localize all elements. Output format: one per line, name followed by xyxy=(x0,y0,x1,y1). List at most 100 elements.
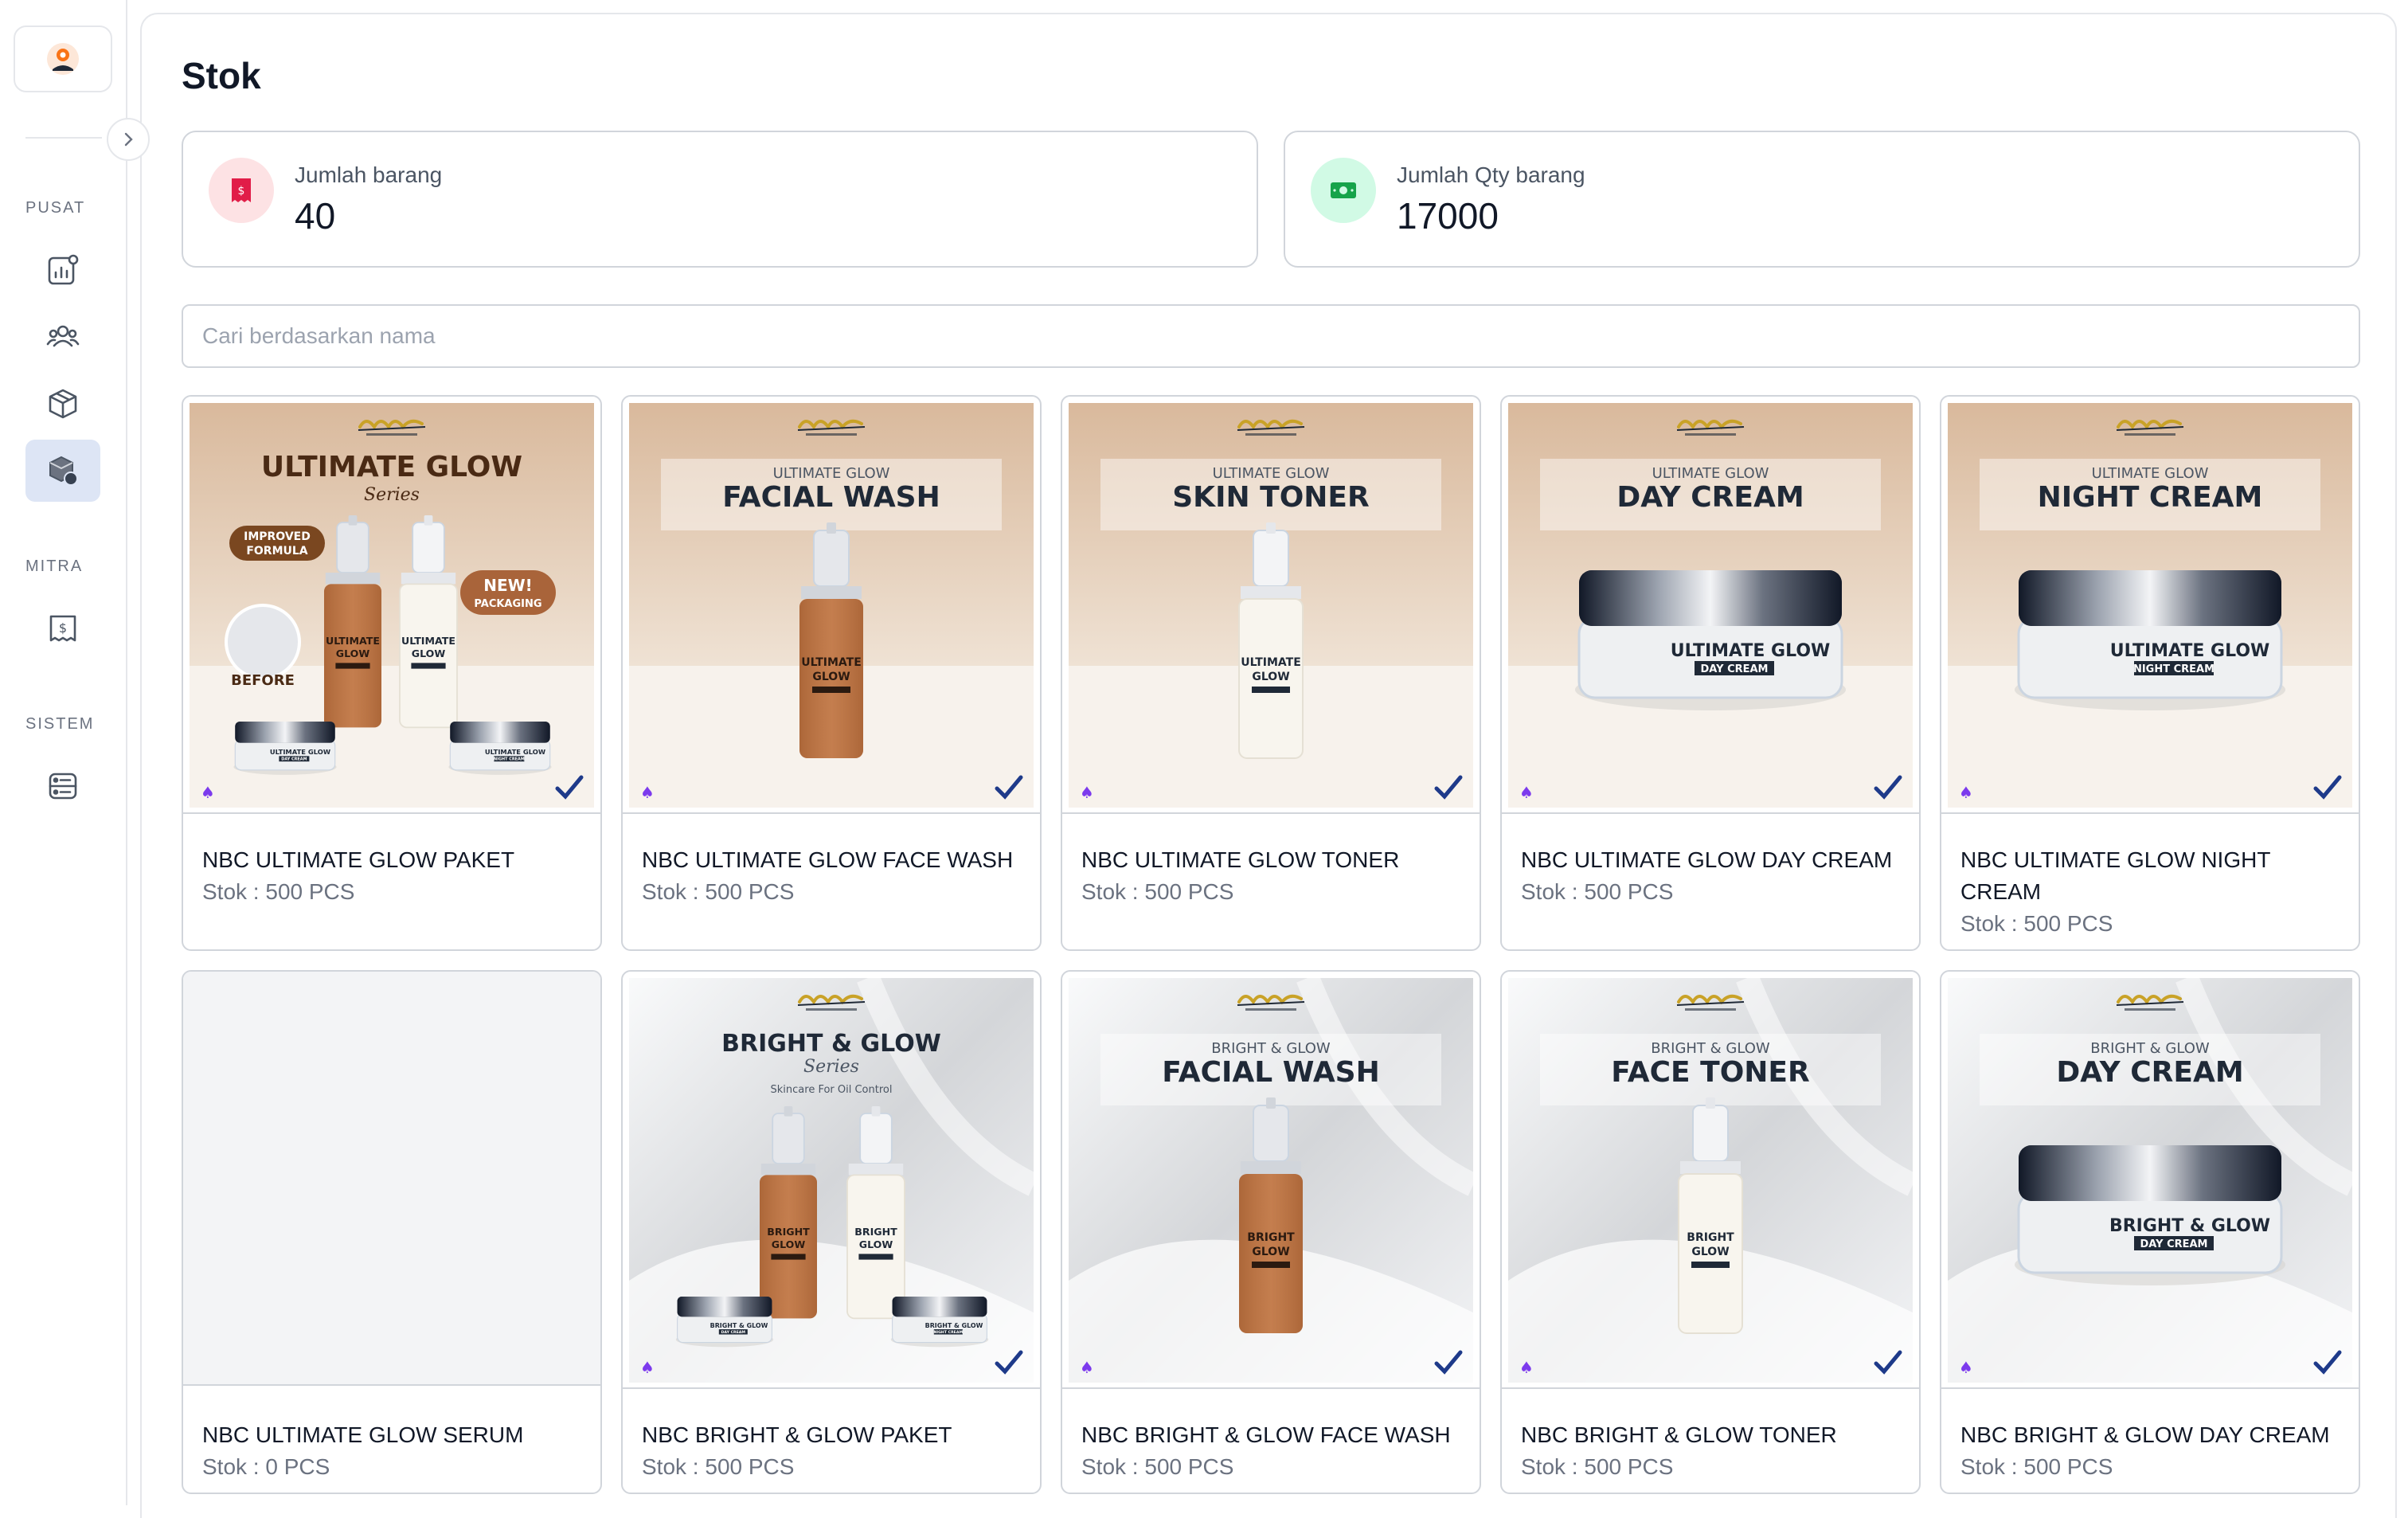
card-divider xyxy=(1062,1387,1480,1389)
product-stock: Stok : 500 PCS xyxy=(642,1454,795,1479)
product-info: NBC ULTIMATE GLOW DAY CREAM Stok : 500 P… xyxy=(1521,844,1895,908)
nav-dashboard[interactable] xyxy=(25,239,100,301)
invoice-icon: $ xyxy=(49,615,76,642)
product-image: BRIGHT & GLOW DAY CREAM BRIGHT & GLOW DA… xyxy=(1948,978,2352,1383)
svg-text:$: $ xyxy=(59,620,67,636)
nav-settings[interactable] xyxy=(25,755,100,817)
svg-text:PACKAGING: PACKAGING xyxy=(474,598,541,610)
svg-text:BRIGHT & GLOW: BRIGHT & GLOW xyxy=(710,1322,768,1329)
product-info: NBC BRIGHT & GLOW DAY CREAM Stok : 500 P… xyxy=(1960,1419,2335,1483)
svg-text:GLOW: GLOW xyxy=(859,1238,893,1250)
product-stock: Stok : 500 PCS xyxy=(1521,879,1674,904)
svg-text:BEFORE: BEFORE xyxy=(231,672,295,689)
stat-label: Jumlah Qty barang xyxy=(1397,162,1585,187)
product-card[interactable]: BRIGHT & GLOW FACE TONER BRIGHT GLOW ♠ N… xyxy=(1500,970,1921,1494)
svg-text:$: $ xyxy=(238,185,245,198)
svg-text:ULTIMATE GLOW: ULTIMATE GLOW xyxy=(485,748,545,756)
product-stock: Stok : 0 PCS xyxy=(202,1454,330,1479)
card-divider xyxy=(623,1387,1040,1389)
product-image: ULTIMATE GLOW NIGHT CREAM ULTIMATE GLOW … xyxy=(1948,403,2352,808)
nav-users[interactable] xyxy=(25,306,100,368)
nav-stock[interactable] xyxy=(25,440,100,502)
svg-text:NIGHT CREAM: NIGHT CREAM xyxy=(2133,663,2214,675)
product-name: NBC ULTIMATE GLOW NIGHT CREAM xyxy=(1960,847,2270,904)
product-card[interactable]: ULTIMATE GLOW FACIAL WASH ULTIMATE GLOW … xyxy=(621,395,1042,951)
svg-text:ULTIMATE GLOW: ULTIMATE GLOW xyxy=(1213,465,1330,482)
svg-text:BRIGHT: BRIGHT xyxy=(1247,1231,1295,1244)
svg-text:ULTIMATE: ULTIMATE xyxy=(401,635,455,647)
product-name: NBC ULTIMATE GLOW SERUM xyxy=(202,1422,524,1447)
svg-text:ULTIMATE GLOW: ULTIMATE GLOW xyxy=(773,465,890,482)
product-card[interactable]: BRIGHT & GLOW FACIAL WASH BRIGHT GLOW ♠ … xyxy=(1061,970,1481,1494)
stat-card-jumlah-qty: Jumlah Qty barang 17000 xyxy=(1284,131,2360,268)
svg-text:GLOW: GLOW xyxy=(812,671,850,683)
svg-text:FORMULA: FORMULA xyxy=(246,545,307,558)
card-divider xyxy=(1502,812,1919,814)
product-stock: Stok : 500 PCS xyxy=(642,879,795,904)
product-info: NBC BRIGHT & GLOW TONER Stok : 500 PCS xyxy=(1521,1419,1895,1483)
sidebar-divider xyxy=(25,137,102,139)
product-card[interactable]: BRIGHT & GLOW DAY CREAM BRIGHT & GLOW DA… xyxy=(1940,970,2360,1494)
svg-text:BRIGHT: BRIGHT xyxy=(767,1226,810,1238)
server-settings-icon xyxy=(49,773,77,800)
product-image-frame: ULTIMATE GLOW Series IMPROVED FORMULA NE… xyxy=(190,403,594,808)
stat-value: 17000 xyxy=(1397,195,1499,237)
svg-text:GLOW: GLOW xyxy=(1252,671,1289,683)
product-card[interactable]: NBC ULTIMATE GLOW SERUM Stok : 0 PCS xyxy=(182,970,602,1494)
svg-text:FACE TONER: FACE TONER xyxy=(1611,1056,1809,1089)
profile-avatar-button[interactable] xyxy=(14,25,112,92)
product-image-frame xyxy=(183,972,600,1386)
product-stock: Stok : 500 PCS xyxy=(1960,1454,2113,1479)
svg-text:♠: ♠ xyxy=(1080,1358,1094,1377)
product-image: BRIGHT & GLOW FACIAL WASH BRIGHT GLOW ♠ xyxy=(1069,978,1473,1383)
svg-text:BRIGHT & GLOW: BRIGHT & GLOW xyxy=(2109,1216,2270,1236)
product-card[interactable]: ULTIMATE GLOW DAY CREAM ULTIMATE GLOW DA… xyxy=(1500,395,1921,951)
sidebar-toggle-button[interactable] xyxy=(107,118,150,161)
product-stock: Stok : 500 PCS xyxy=(1081,1454,1234,1479)
stat-value: 40 xyxy=(295,195,336,237)
svg-text:BRIGHT & GLOW: BRIGHT & GLOW xyxy=(1651,1040,1770,1057)
stat-card-jumlah-barang: $ Jumlah barang 40 xyxy=(182,131,1258,268)
chevron-right-icon xyxy=(124,132,133,147)
product-card[interactable]: ULTIMATE GLOW NIGHT CREAM ULTIMATE GLOW … xyxy=(1940,395,2360,951)
svg-text:ULTIMATE GLOW: ULTIMATE GLOW xyxy=(1652,465,1769,482)
product-image: ULTIMATE GLOW FACIAL WASH ULTIMATE GLOW … xyxy=(629,403,1034,808)
svg-text:Series: Series xyxy=(803,1057,859,1077)
product-image-frame: BRIGHT & GLOW FACE TONER BRIGHT GLOW ♠ xyxy=(1508,978,1913,1383)
product-image-frame: ULTIMATE GLOW DAY CREAM ULTIMATE GLOW DA… xyxy=(1508,403,1913,808)
product-image-frame: ULTIMATE GLOW FACIAL WASH ULTIMATE GLOW … xyxy=(629,403,1034,808)
svg-text:♠: ♠ xyxy=(201,783,215,802)
product-card[interactable]: ULTIMATE GLOW SKIN TONER ULTIMATE GLOW ♠… xyxy=(1061,395,1481,951)
product-image-frame: BRIGHT & GLOW FACIAL WASH BRIGHT GLOW ♠ xyxy=(1069,978,1473,1383)
svg-text:FACIAL WASH: FACIAL WASH xyxy=(722,481,940,514)
product-stock: Stok : 500 PCS xyxy=(1521,1454,1674,1479)
product-image-frame: ULTIMATE GLOW SKIN TONER ULTIMATE GLOW ♠ xyxy=(1069,403,1473,808)
product-name: NBC ULTIMATE GLOW PAKET xyxy=(202,847,515,872)
product-card[interactable]: ULTIMATE GLOW Series IMPROVED FORMULA NE… xyxy=(182,395,602,951)
product-grid: ULTIMATE GLOW Series IMPROVED FORMULA NE… xyxy=(182,395,2360,1494)
svg-text:♠: ♠ xyxy=(1519,783,1534,802)
nav-products[interactable] xyxy=(25,373,100,435)
chart-icon xyxy=(48,254,79,285)
svg-text:DAY CREAM: DAY CREAM xyxy=(721,1330,746,1335)
svg-text:SKIN TONER: SKIN TONER xyxy=(1172,481,1369,514)
svg-text:NIGHT CREAM: NIGHT CREAM xyxy=(2038,481,2263,514)
product-name: NBC ULTIMATE GLOW DAY CREAM xyxy=(1521,847,1893,872)
product-card[interactable]: BRIGHT & GLOW Series Skincare For Oil Co… xyxy=(621,970,1042,1494)
svg-text:GLOW: GLOW xyxy=(412,647,446,659)
svg-text:♠: ♠ xyxy=(640,783,655,802)
svg-text:ULTIMATE: ULTIMATE xyxy=(801,656,862,669)
card-divider xyxy=(1941,1387,2359,1389)
users-icon xyxy=(46,325,80,347)
search-input[interactable] xyxy=(182,304,2360,368)
svg-text:GLOW: GLOW xyxy=(772,1238,806,1250)
svg-text:♠: ♠ xyxy=(640,1358,655,1377)
svg-text:BRIGHT & GLOW: BRIGHT & GLOW xyxy=(1211,1040,1331,1057)
svg-text:♠: ♠ xyxy=(1519,1358,1534,1377)
nav-mitra-billing[interactable]: $ xyxy=(25,597,100,659)
product-info: NBC ULTIMATE GLOW PAKET Stok : 500 PCS xyxy=(202,844,577,908)
card-divider xyxy=(1941,812,2359,814)
product-stock: Stok : 500 PCS xyxy=(1960,911,2113,936)
svg-text:GLOW: GLOW xyxy=(336,647,370,659)
svg-text:DAY CREAM: DAY CREAM xyxy=(1701,663,1769,675)
